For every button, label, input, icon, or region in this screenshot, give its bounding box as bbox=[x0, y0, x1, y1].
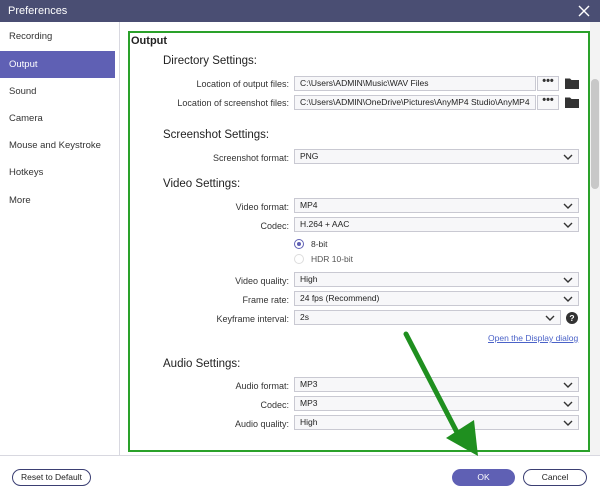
folder-icon[interactable] bbox=[565, 77, 579, 89]
keyframe-interval-label: Keyframe interval: bbox=[216, 314, 289, 324]
video-codec-select[interactable]: H.264 + AAC bbox=[294, 217, 579, 232]
sidebar-item-more[interactable]: More bbox=[0, 187, 115, 214]
section-title-output: Output bbox=[131, 35, 168, 47]
audio-settings-heading: Audio Settings: bbox=[163, 358, 241, 370]
chevron-down-icon bbox=[563, 222, 573, 228]
chevron-down-icon bbox=[563, 277, 573, 283]
screenshot-location-label: Location of screenshot files: bbox=[177, 98, 289, 108]
audio-quality-label: Audio quality: bbox=[234, 419, 289, 429]
chevron-down-icon bbox=[563, 296, 573, 302]
video-format-select[interactable]: MP4 bbox=[294, 198, 579, 213]
open-display-dialog-link[interactable]: Open the Display dialog bbox=[488, 333, 578, 343]
audio-codec-value: MP3 bbox=[300, 398, 318, 408]
ok-button[interactable]: OK bbox=[452, 469, 515, 486]
video-codec-label: Codec: bbox=[260, 221, 289, 231]
sidebar-item-label: Mouse and Keystroke bbox=[9, 140, 101, 151]
sidebar-item-hotkeys[interactable]: Hotkeys bbox=[0, 159, 115, 186]
reset-to-default-button[interactable]: Reset to Default bbox=[12, 469, 91, 486]
video-format-value: MP4 bbox=[300, 200, 318, 210]
footer-bar: Reset to Default OK Cancel bbox=[0, 455, 600, 497]
screenshot-settings-heading: Screenshot Settings: bbox=[163, 129, 270, 141]
scrollbar[interactable] bbox=[590, 22, 600, 455]
sidebar-item-output[interactable]: Output bbox=[0, 51, 115, 78]
chevron-down-icon bbox=[563, 420, 573, 426]
chevron-down-icon bbox=[563, 154, 573, 160]
chevron-down-icon bbox=[545, 315, 555, 321]
video-quality-label: Video quality: bbox=[235, 276, 289, 286]
title-bar: Preferences bbox=[0, 0, 600, 22]
audio-format-label: Audio format: bbox=[235, 381, 289, 391]
frame-rate-value: 24 fps (Recommend) bbox=[300, 293, 380, 303]
sidebar-item-label: Recording bbox=[9, 31, 53, 42]
screenshot-format-select[interactable]: PNG bbox=[294, 149, 579, 164]
frame-rate-label: Frame rate: bbox=[242, 295, 289, 305]
video-quality-select[interactable]: High bbox=[294, 272, 579, 287]
video-codec-value: H.264 + AAC bbox=[300, 219, 350, 229]
scrollbar-thumb[interactable] bbox=[591, 79, 599, 189]
close-icon[interactable] bbox=[577, 4, 591, 18]
browse-output-button[interactable]: ••• bbox=[537, 76, 559, 91]
sidebar-item-sound[interactable]: Sound bbox=[0, 78, 115, 105]
sidebar: Recording Output Sound Camera Mouse and … bbox=[0, 22, 120, 455]
audio-codec-select[interactable]: MP3 bbox=[294, 396, 579, 411]
radio-hdr-10-bit-label: HDR 10-bit bbox=[311, 254, 354, 264]
video-format-label: Video format: bbox=[235, 202, 289, 212]
audio-quality-select[interactable]: High bbox=[294, 415, 579, 430]
sidebar-item-camera[interactable]: Camera bbox=[0, 105, 115, 132]
keyframe-interval-value: 2s bbox=[300, 312, 309, 322]
sidebar-item-label: Hotkeys bbox=[9, 167, 44, 178]
frame-rate-select[interactable]: 24 fps (Recommend) bbox=[294, 291, 579, 306]
output-location-field[interactable]: C:\Users\ADMIN\Music\WAV Files bbox=[294, 76, 536, 91]
window-title: Preferences bbox=[8, 5, 68, 17]
sidebar-item-label: More bbox=[9, 195, 31, 206]
chevron-down-icon bbox=[563, 382, 573, 388]
screenshot-location-field[interactable]: C:\Users\ADMIN\OneDrive\Pictures\AnyMP4 … bbox=[294, 95, 536, 110]
output-location-label: Location of output files: bbox=[196, 79, 289, 89]
screenshot-format-value: PNG bbox=[300, 151, 319, 161]
radio-8-bit-label: 8-bit bbox=[311, 239, 328, 249]
sidebar-item-label: Sound bbox=[9, 86, 37, 97]
output-settings-panel: Output Directory Settings: Location of o… bbox=[121, 22, 600, 455]
radio-hdr-10-bit[interactable] bbox=[294, 254, 304, 264]
audio-codec-label: Codec: bbox=[260, 400, 289, 410]
sidebar-item-label: Camera bbox=[9, 113, 43, 124]
video-quality-value: High bbox=[300, 274, 318, 284]
audio-format-value: MP3 bbox=[300, 379, 318, 389]
audio-format-select[interactable]: MP3 bbox=[294, 377, 579, 392]
keyframe-interval-select[interactable]: 2s bbox=[294, 310, 561, 325]
sidebar-item-recording[interactable]: Recording bbox=[0, 23, 115, 50]
browse-screenshot-button[interactable]: ••• bbox=[537, 95, 559, 110]
video-settings-heading: Video Settings: bbox=[163, 178, 241, 190]
chevron-down-icon bbox=[563, 203, 573, 209]
directory-settings-heading: Directory Settings: bbox=[163, 55, 257, 67]
sidebar-item-label: Output bbox=[9, 59, 38, 70]
sidebar-item-mouse-and-keystroke[interactable]: Mouse and Keystroke bbox=[0, 132, 115, 159]
radio-8-bit[interactable] bbox=[294, 239, 304, 249]
cancel-button[interactable]: Cancel bbox=[523, 469, 587, 486]
folder-icon[interactable] bbox=[565, 96, 579, 108]
help-icon[interactable]: ? bbox=[566, 312, 578, 324]
audio-quality-value: High bbox=[300, 417, 318, 427]
screenshot-format-label: Screenshot format: bbox=[212, 153, 289, 163]
chevron-down-icon bbox=[563, 401, 573, 407]
